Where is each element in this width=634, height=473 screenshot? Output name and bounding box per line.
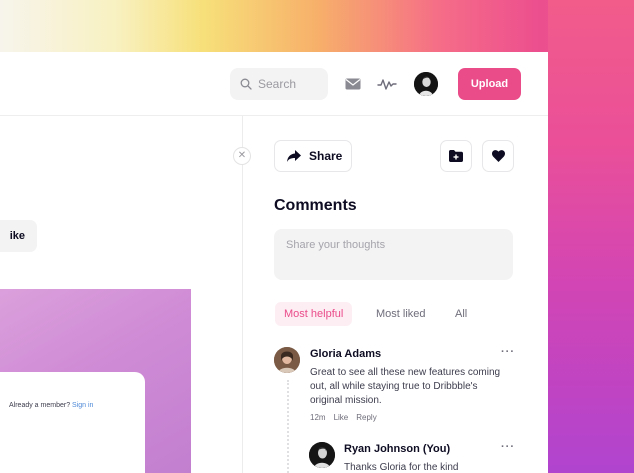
comment-like-link[interactable]: Like	[334, 413, 349, 422]
top-navigation-bar: Upload	[0, 52, 548, 116]
tab-most-liked[interactable]: Most liked	[367, 302, 435, 326]
reply-text: Thanks Gloria for the kind	[344, 462, 459, 473]
messages-button[interactable]	[344, 76, 362, 92]
avatar-portrait-icon	[309, 442, 335, 468]
reply-avatar[interactable]	[309, 442, 335, 468]
like-heart-button[interactable]	[482, 140, 514, 172]
more-options-icon[interactable]: ···	[501, 441, 515, 453]
background-gradient-top	[0, 0, 634, 60]
close-icon: ✕	[237, 150, 247, 161]
comment-author[interactable]: Gloria Adams	[310, 348, 381, 360]
share-arrow-icon	[287, 150, 301, 162]
heart-icon	[491, 150, 505, 162]
search-box[interactable]	[230, 68, 328, 100]
save-to-collection-button[interactable]	[440, 140, 472, 172]
search-input[interactable]	[258, 77, 320, 91]
commenter-avatar[interactable]	[274, 347, 300, 373]
background-gradient-side	[548, 0, 634, 473]
sign-in-link[interactable]: Sign in	[72, 402, 93, 409]
mail-icon	[345, 78, 361, 90]
user-avatar[interactable]	[414, 72, 438, 96]
like-button-label: ike	[9, 230, 25, 242]
share-label: Share	[309, 149, 343, 163]
tab-label: Most helpful	[284, 308, 344, 320]
search-icon	[240, 78, 252, 90]
tab-all[interactable]: All	[446, 302, 476, 326]
comments-title: Comments	[274, 197, 357, 214]
signup-card	[0, 372, 145, 473]
reply-author[interactable]: Ryan Johnson (You)	[344, 443, 450, 455]
member-text: Already a member?	[9, 402, 71, 409]
comment-input[interactable]	[274, 229, 513, 280]
share-button[interactable]: Share	[274, 140, 352, 172]
avatar-portrait-icon	[274, 347, 300, 373]
folder-plus-icon	[449, 150, 463, 162]
comment-time: 12m	[310, 413, 326, 422]
tab-label: All	[455, 308, 468, 320]
panel-divider	[242, 116, 243, 473]
member-signin-text: Already a member? Sign in	[9, 402, 93, 409]
avatar-portrait-icon	[414, 72, 438, 96]
more-options-icon[interactable]: ···	[501, 346, 515, 358]
tab-label: Most liked	[376, 308, 426, 320]
like-button[interactable]: ike	[0, 220, 37, 252]
activity-button[interactable]	[376, 76, 398, 92]
comment-meta: 12m Like Reply	[310, 413, 377, 422]
comment-reply-link[interactable]: Reply	[356, 413, 376, 422]
activity-icon	[377, 79, 397, 90]
close-panel-button[interactable]: ✕	[233, 147, 251, 165]
comment-text: Great to see all these new features comi…	[310, 367, 501, 406]
tab-most-helpful[interactable]: Most helpful	[275, 302, 353, 326]
upload-button[interactable]: Upload	[458, 68, 521, 100]
reply-thread-line	[287, 380, 289, 473]
